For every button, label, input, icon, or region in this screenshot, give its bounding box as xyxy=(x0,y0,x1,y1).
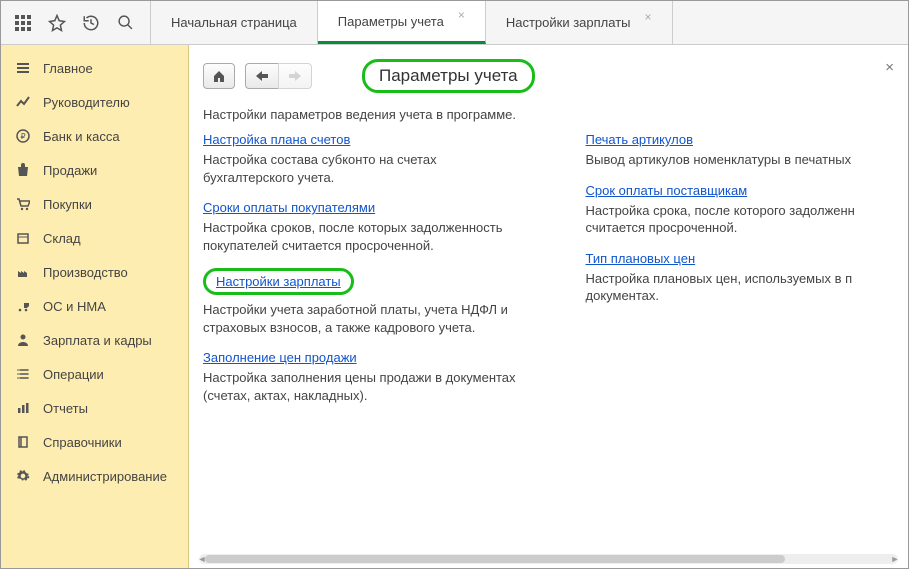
sidebar-item-label: Продажи xyxy=(43,163,97,178)
link-supplier-payment-terms[interactable]: Срок оплаты поставщикам xyxy=(586,183,748,198)
home-button[interactable] xyxy=(203,63,235,89)
search-icon[interactable] xyxy=(115,13,135,33)
chart-icon xyxy=(15,94,31,110)
list-icon xyxy=(15,366,31,382)
sidebar-item-admin[interactable]: Администрирование xyxy=(1,459,188,493)
bag-icon xyxy=(15,162,31,178)
sidebar-item-catalog[interactable]: Справочники xyxy=(1,425,188,459)
factory-icon xyxy=(15,264,31,280)
sidebar-item-label: Главное xyxy=(43,61,93,76)
sidebar-item-warehouse[interactable]: Склад xyxy=(1,221,188,255)
sidebar-item-purchases[interactable]: Покупки xyxy=(1,187,188,221)
page-toolbar: Параметры учета xyxy=(203,59,908,93)
tab-label: Параметры учета xyxy=(338,14,444,29)
sidebar-item-label: ОС и НМА xyxy=(43,299,106,314)
sidebar-item-label: Производство xyxy=(43,265,128,280)
sidebar-item-sales[interactable]: Продажи xyxy=(1,153,188,187)
tab-label: Настройки зарплаты xyxy=(506,15,631,30)
close-icon[interactable]: × xyxy=(458,8,465,22)
sidebar-item-hr[interactable]: Зарплата и кадры xyxy=(1,323,188,357)
page-title: Параметры учета xyxy=(362,59,535,93)
link-customer-payment-terms[interactable]: Сроки оплаты покупателями xyxy=(203,200,375,215)
sidebar-item-label: Операции xyxy=(43,367,104,382)
link-planned-prices[interactable]: Тип плановых цен xyxy=(586,251,696,266)
ruble-icon: ₽ xyxy=(15,128,31,144)
section-desc: Настройка состава субконто на счетах бух… xyxy=(203,151,526,186)
section-chart-of-accounts: Настройка плана счетов Настройка состава… xyxy=(203,132,526,186)
sidebar-item-label: Отчеты xyxy=(43,401,88,416)
section-sales-prices: Заполнение цен продажи Настройка заполне… xyxy=(203,350,526,404)
highlighted-link-wrapper: Настройки зарплаты xyxy=(203,268,354,295)
book-icon xyxy=(15,434,31,450)
tab-bar: Начальная страница Параметры учета × Нас… xyxy=(151,1,673,44)
gear-icon xyxy=(15,468,31,484)
section-print-articles: Печать артикулов Вывод артикулов номенкл… xyxy=(586,132,909,169)
page-intro: Настройки параметров ведения учета в про… xyxy=(203,107,908,122)
sidebar-item-production[interactable]: Производство xyxy=(1,255,188,289)
back-button[interactable] xyxy=(245,63,278,89)
sidebar: Главное Руководителю ₽ Банк и касса Прод… xyxy=(1,45,189,568)
truck-icon xyxy=(15,298,31,314)
sidebar-item-assets[interactable]: ОС и НМА xyxy=(1,289,188,323)
scroll-right-icon[interactable]: ► xyxy=(890,554,900,564)
tab-params[interactable]: Параметры учета × xyxy=(318,1,486,44)
section-planned-prices: Тип плановых цен Настройка плановых цен,… xyxy=(586,251,909,305)
sidebar-item-label: Зарплата и кадры xyxy=(43,333,152,348)
sidebar-item-label: Банк и касса xyxy=(43,129,120,144)
link-print-articles[interactable]: Печать артикулов xyxy=(586,132,694,147)
content-area: × Параметры учета Настройки параметров в… xyxy=(189,45,908,568)
sidebar-item-label: Справочники xyxy=(43,435,122,450)
section-desc: Настройки учета заработной платы, учета … xyxy=(203,301,526,336)
sidebar-item-manager[interactable]: Руководителю xyxy=(1,85,188,119)
link-sales-prices[interactable]: Заполнение цен продажи xyxy=(203,350,357,365)
tab-label: Начальная страница xyxy=(171,15,297,30)
section-desc: Настройка сроков, после которых задолжен… xyxy=(203,219,526,254)
close-page-button[interactable]: × xyxy=(885,59,894,76)
sidebar-item-bank[interactable]: ₽ Банк и касса xyxy=(1,119,188,153)
section-desc: Вывод артикулов номенклатуры в печатных xyxy=(586,151,909,169)
link-chart-of-accounts[interactable]: Настройка плана счетов xyxy=(203,132,350,147)
sidebar-item-reports[interactable]: Отчеты xyxy=(1,391,188,425)
section-supplier-payment-terms: Срок оплаты поставщикам Настройка срока,… xyxy=(586,183,909,237)
person-icon xyxy=(15,332,31,348)
section-desc: Настройка срока, после которого задолжен… xyxy=(586,202,909,237)
sidebar-item-label: Покупки xyxy=(43,197,92,212)
sidebar-item-label: Склад xyxy=(43,231,81,246)
sections-columns: Настройка плана счетов Настройка состава… xyxy=(203,132,908,418)
apps-icon[interactable] xyxy=(13,13,33,33)
star-icon[interactable] xyxy=(47,13,67,33)
section-desc: Настройка заполнения цены продажи в доку… xyxy=(203,369,526,404)
scrollbar-thumb[interactable] xyxy=(205,555,785,563)
horizontal-scrollbar[interactable]: ◄ ► xyxy=(199,554,898,564)
box-icon xyxy=(15,230,31,246)
main-layout: Главное Руководителю ₽ Банк и касса Прод… xyxy=(1,45,908,568)
history-icon[interactable] xyxy=(81,13,101,33)
topbar: Начальная страница Параметры учета × Нас… xyxy=(1,1,908,45)
section-desc: Настройка плановых цен, используемых в п… xyxy=(586,270,909,305)
bars-icon xyxy=(15,400,31,416)
section-salary-settings: Настройки зарплаты Настройки учета зараб… xyxy=(203,268,526,336)
tab-home[interactable]: Начальная страница xyxy=(151,1,318,44)
close-icon[interactable]: × xyxy=(645,10,652,24)
forward-button[interactable] xyxy=(278,63,312,89)
sidebar-item-operations[interactable]: Операции xyxy=(1,357,188,391)
cart-icon xyxy=(15,196,31,212)
sidebar-item-label: Администрирование xyxy=(43,469,167,484)
sidebar-item-label: Руководителю xyxy=(43,95,130,110)
nav-button-group xyxy=(245,63,312,89)
left-column: Настройка плана счетов Настройка состава… xyxy=(203,132,526,418)
topbar-icon-group xyxy=(1,1,151,44)
right-column: Печать артикулов Вывод артикулов номенкл… xyxy=(586,132,909,418)
tab-salary[interactable]: Настройки зарплаты × xyxy=(486,1,673,44)
menu-icon xyxy=(15,60,31,76)
link-salary-settings[interactable]: Настройки зарплаты xyxy=(216,274,341,289)
section-customer-payment-terms: Сроки оплаты покупателями Настройка срок… xyxy=(203,200,526,254)
sidebar-item-main[interactable]: Главное xyxy=(1,51,188,85)
svg-text:₽: ₽ xyxy=(20,132,25,141)
